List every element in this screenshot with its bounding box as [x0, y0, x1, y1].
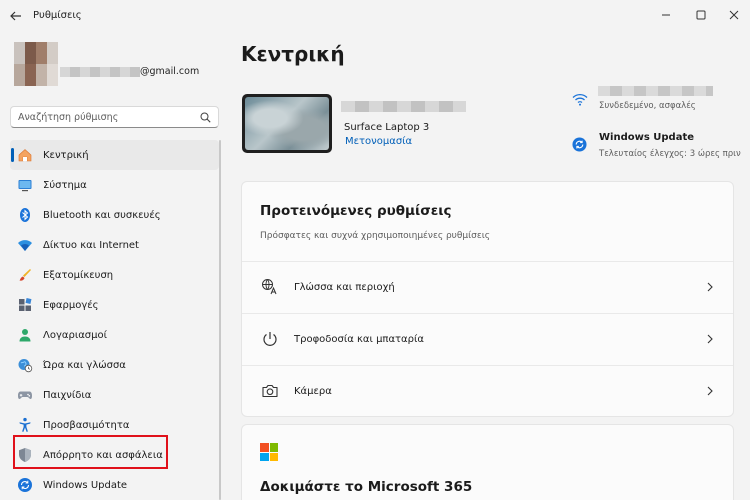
row-label: Γλώσσα και περιοχή [294, 282, 395, 293]
recommended-settings-title: Προτεινόμενες ρυθμίσεις [260, 203, 452, 219]
sidebar-item-bluetooth[interactable]: Bluetooth και συσκευές [10, 200, 219, 230]
camera-icon [262, 384, 278, 398]
accessibility-icon [17, 417, 33, 433]
row-label: Κάμερα [294, 386, 332, 397]
recommended-settings-card: Προτεινόμενες ρυθμίσεις Πρόσφατες και συ… [241, 181, 734, 417]
device-name-redacted [341, 101, 466, 112]
row-label: Τροφοδοσία και μπαταρία [294, 334, 424, 345]
account-email-redacted [60, 67, 140, 77]
sidebar-item-label: Λογαριασμοί [43, 329, 107, 341]
sidebar-item-label: Εφαρμογές [43, 299, 99, 311]
sidebar-item-label: Bluetooth και συσκευές [43, 209, 161, 221]
language-icon [262, 279, 277, 295]
back-arrow-icon[interactable] [7, 7, 25, 25]
recommended-row-camera[interactable]: Κάμερα [242, 365, 733, 417]
window-title: Ρυθμίσεις [33, 10, 82, 21]
microsoft-365-title: Δοκιμάστε το Microsoft 365 [260, 479, 473, 495]
windows-update-status-icon [572, 137, 587, 152]
sidebar-item-label: Δίκτυο και Internet [43, 239, 139, 251]
recommended-row-language-region[interactable]: Γλώσσα και περιοχή [242, 261, 733, 313]
sidebar-item-apps[interactable]: Εφαρμογές [10, 290, 219, 320]
accounts-icon [17, 327, 33, 343]
windows-update-status: Τελευταίος έλεγχος: 3 ώρες πριν [599, 149, 741, 159]
bluetooth-icon [17, 207, 33, 223]
sidebar-item-label: Σύστημα [43, 179, 87, 191]
recommended-settings-subtitle: Πρόσφατες και συχνά χρησιμοποιημένες ρυθ… [260, 231, 491, 241]
microsoft-365-card: Δοκιμάστε το Microsoft 365 [241, 424, 734, 500]
system-icon [17, 177, 33, 193]
search-box[interactable] [10, 106, 219, 128]
apps-icon [17, 297, 33, 313]
search-icon[interactable] [200, 112, 211, 123]
gaming-icon [17, 387, 33, 403]
windows-update-icon [17, 477, 33, 493]
microsoft-logo-icon [260, 443, 278, 461]
chevron-right-icon [707, 386, 713, 396]
wifi-network-name-redacted [598, 86, 713, 96]
maximize-button[interactable] [687, 3, 715, 27]
sidebar-item-accounts[interactable]: Λογαριασμοί [10, 320, 219, 350]
sidebar-item-label: Προσβασιμότητα [43, 419, 130, 431]
wifi-icon [572, 93, 588, 106]
device-model: Surface Laptop 3 [344, 122, 430, 133]
sidebar-item-label: Παιχνίδια [43, 389, 92, 401]
chevron-right-icon [707, 282, 713, 292]
avatar[interactable] [14, 42, 58, 86]
sidebar-item-label: Ώρα και γλώσσα [43, 359, 126, 371]
search-input[interactable] [18, 110, 198, 124]
account-email: @gmail.com [140, 66, 200, 77]
minimize-button[interactable] [652, 3, 680, 27]
sidebar-scrollbar[interactable] [219, 140, 221, 500]
sidebar-item-home[interactable]: Κεντρική [10, 140, 219, 170]
time-language-icon [17, 357, 33, 373]
sidebar-item-network[interactable]: Δίκτυο και Internet [10, 230, 219, 260]
power-icon [263, 332, 277, 346]
page-title: Κεντρική [241, 42, 345, 66]
sidebar-item-label: Εξατομίκευση [43, 269, 114, 281]
network-icon [17, 237, 33, 253]
sidebar-item-system[interactable]: Σύστημα [10, 170, 219, 200]
highlight-annotation-box [13, 435, 168, 469]
personalization-icon [17, 267, 33, 283]
chevron-right-icon [707, 334, 713, 344]
sidebar-item-label: Windows Update [43, 479, 128, 491]
rename-link[interactable]: Μετονομασία [345, 136, 412, 147]
sidebar-item-label: Κεντρική [43, 149, 89, 161]
sidebar-item-windows-update[interactable]: Windows Update [10, 470, 219, 500]
home-icon [17, 147, 33, 163]
wifi-status: Συνδεδεμένο, ασφαλές [599, 101, 696, 111]
sidebar-item-personalization[interactable]: Εξατομίκευση [10, 260, 219, 290]
windows-update-title[interactable]: Windows Update [599, 132, 694, 143]
sidebar-item-time-language[interactable]: Ώρα και γλώσσα [10, 350, 219, 380]
device-thumbnail [242, 94, 332, 153]
device-wallpaper-image [245, 97, 329, 150]
close-button[interactable] [720, 3, 748, 27]
sidebar-item-gaming[interactable]: Παιχνίδια [10, 380, 219, 410]
recommended-row-power-battery[interactable]: Τροφοδοσία και μπαταρία [242, 313, 733, 365]
title-bar: Ρυθμίσεις [0, 0, 750, 34]
